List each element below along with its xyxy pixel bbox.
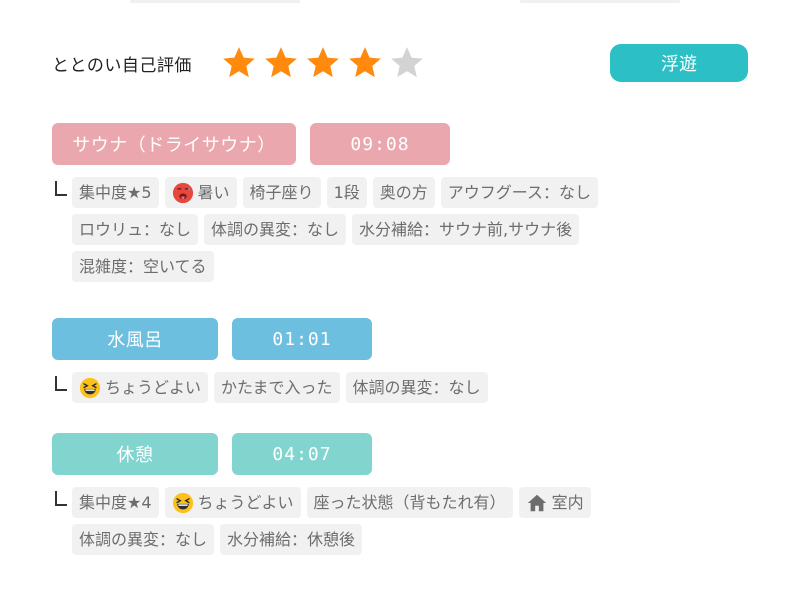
session-name-pill: サウナ（ドライサウナ） [52,123,296,165]
tag-chip: ロウリュ：なし [72,214,199,245]
totonoi-state-badge: 浮遊 [610,44,748,82]
session-name-pill: 水風呂 [52,318,218,360]
tag-chip: 集中度★4 [72,487,159,518]
session-tags: ちょうどよい かたまで入った 体調の異変：なし [52,372,712,403]
tag-chip: 1段 [326,177,367,208]
star-icon [223,47,255,78]
hot-face-emoji [172,182,193,203]
star-icon [307,47,339,78]
tag-chip: 体調の異変：なし [345,372,488,403]
tag-chip: 椅子座り [242,177,321,208]
session-rest: 休憩 04:07 集中度★4 ちょうどよい 座った状態（背もたれ有） 室内 体調… [52,433,760,555]
tag-chip: ちょうどよい [164,487,301,518]
session-tags: 集中度★4 ちょうどよい 座った状態（背もたれ有） 室内 体調の異変：なし 水分… [52,487,712,555]
grinning-squinting-face-emoji [172,492,193,513]
tag-chip: 奥の方 [372,177,435,208]
tree-branch-connector [55,491,67,506]
tag-chip: 集中度★5 [72,177,159,208]
self-rating-label: ととのい自己評価 [52,55,192,76]
session-sauna: サウナ（ドライサウナ） 09:08 集中度★5 暑い 椅子座り 1段 奥の方 ア… [52,123,760,282]
session-time-pill: 01:01 [232,318,372,360]
tag-chip: 混雑度：空いてる [72,251,214,282]
scroll-edge-fade [130,0,690,6]
tag-chip: 暑い [164,177,237,208]
tag-chip: 室内 [518,487,591,518]
tag-chip: 体調の異変：なし [72,524,215,555]
tree-branch-connector [55,181,67,196]
self-rating-row: ととのい自己評価 浮遊 [52,40,748,86]
tag-chip: 座った状態（背もたれ有） [306,487,513,518]
session-time-pill: 09:08 [310,123,450,165]
tag-chip: 体調の異変：なし [204,214,347,245]
tag-chip: ちょうどよい [72,372,209,403]
session-time-pill: 04:07 [232,433,372,475]
star-icon [265,47,297,78]
star-icon [349,47,381,78]
star-rating [220,44,426,82]
session-tags: 集中度★5 暑い 椅子座り 1段 奥の方 アウフグース：なし ロウリュ：なし 体… [52,177,712,282]
tree-branch-connector [55,376,67,391]
tag-chip: 水分補給：休憩後 [220,524,363,555]
tag-chip: アウフグース：なし [440,177,598,208]
house-icon [527,494,546,511]
tag-chip: 水分補給：サウナ前,サウナ後 [352,214,580,245]
session-name-pill: 休憩 [52,433,218,475]
session-cold-bath: 水風呂 01:01 ちょうどよい かたまで入った 体調の異変：なし [52,318,760,403]
grinning-squinting-face-emoji [79,377,101,398]
star-icon [391,47,423,78]
tag-chip: かたまで入った [214,372,340,403]
